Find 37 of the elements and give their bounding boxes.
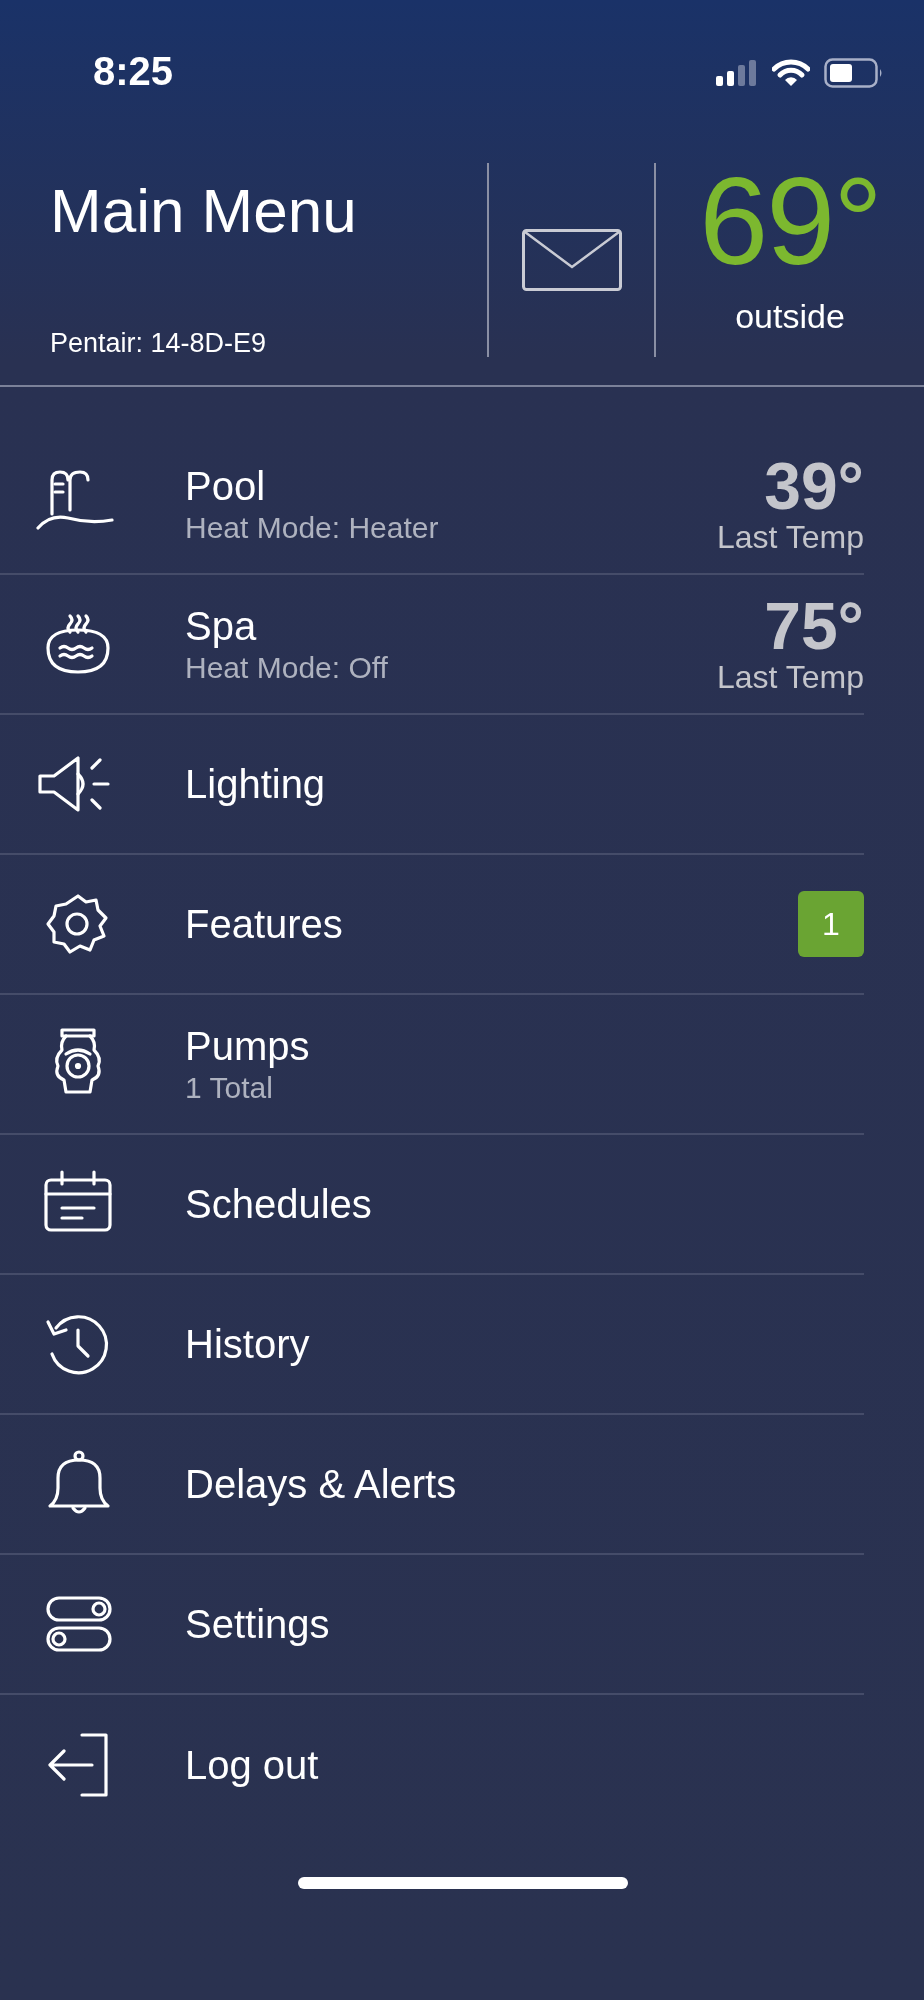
menu-item[interactable]: Spa Heat Mode: Off 75° Last Temp (0, 575, 864, 715)
menu-detail: Heat Mode: Off (185, 650, 389, 685)
battery-icon (824, 57, 884, 88)
mail-icon[interactable] (521, 229, 622, 291)
menu-label: Lighting (185, 761, 327, 807)
last-temp-label: Last Temp (716, 518, 864, 556)
last-temperature: 75° (763, 592, 864, 659)
menu-label: Schedules (185, 1181, 373, 1227)
menu-item[interactable]: Schedules (0, 1135, 864, 1275)
menu-detail: 1 Total (185, 1070, 274, 1105)
last-temperature: 39° (763, 452, 864, 519)
outside-temperature: 69° (699, 159, 881, 283)
signal-icon (716, 59, 758, 86)
last-temp-label: Last Temp (716, 658, 864, 696)
menu-item[interactable]: Log out (0, 1695, 864, 1835)
device-id: Pentair: 14-8D-E9 (50, 328, 268, 359)
status-time: 8:25 (93, 49, 174, 94)
menu-label: Delays & Alerts (185, 1461, 458, 1507)
menu-item[interactable]: Delays & Alerts (0, 1415, 864, 1555)
menu-label: Features (185, 901, 344, 947)
menu-item[interactable]: Pumps 1 Total (0, 995, 864, 1135)
menu-label: Spa (185, 603, 258, 649)
menu-label: Log out (185, 1742, 320, 1788)
menu-item[interactable]: History (0, 1275, 864, 1415)
menu-label: History (185, 1321, 311, 1367)
menu-item[interactable]: Settings (0, 1555, 864, 1695)
menu-item[interactable]: Pool Heat Mode: Heater 39° Last Temp (0, 435, 864, 575)
page-title: Main Menu (50, 175, 358, 246)
wifi-icon (772, 58, 810, 87)
menu-item[interactable]: Features 1 (0, 855, 864, 995)
menu-label: Pumps (185, 1023, 311, 1069)
outside-label: outside (735, 297, 845, 336)
menu-label: Settings (185, 1601, 331, 1647)
menu-label: Pool (185, 463, 267, 509)
menu-detail: Heat Mode: Heater (185, 510, 440, 545)
menu-item[interactable]: Lighting (0, 715, 864, 855)
count-badge: 1 (798, 891, 864, 957)
